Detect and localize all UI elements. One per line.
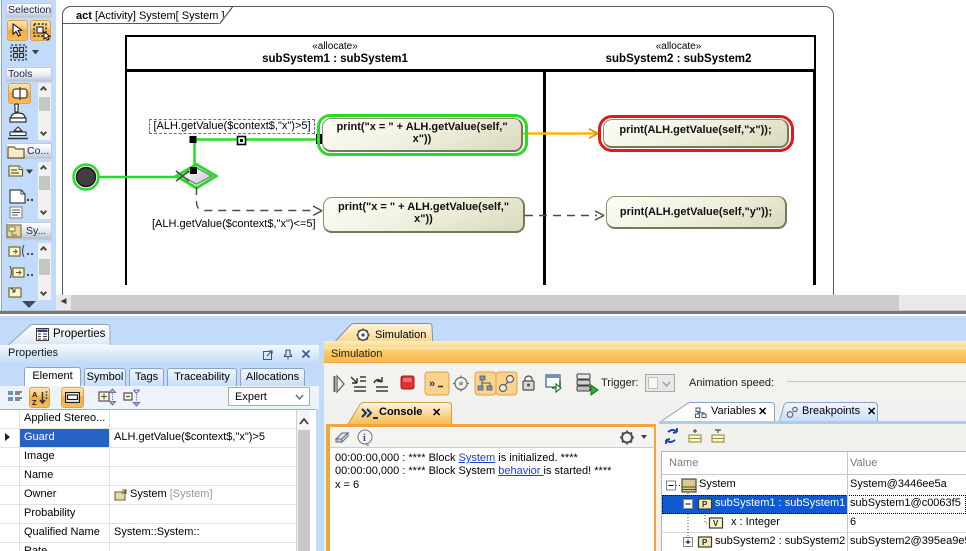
svg-text:P: P: [702, 500, 708, 509]
svg-text:i: i: [363, 433, 366, 444]
svg-text:Z: Z: [32, 398, 37, 406]
svg-text:»: »: [429, 378, 435, 390]
svg-text:P: P: [702, 538, 708, 547]
svg-text:V: V: [713, 519, 719, 528]
